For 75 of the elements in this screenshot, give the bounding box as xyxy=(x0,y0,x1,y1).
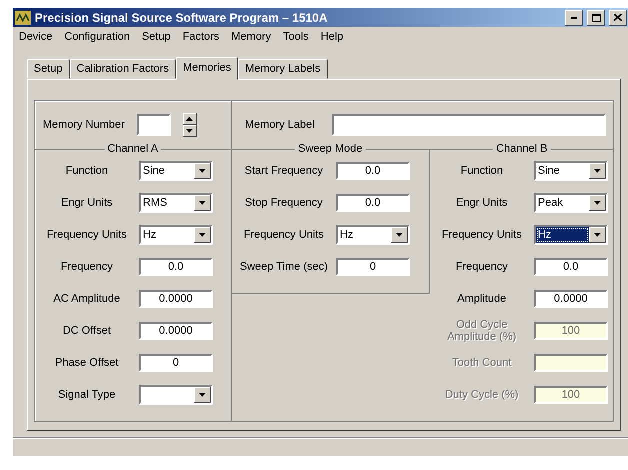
field-label: Function xyxy=(64,165,110,178)
menu-item[interactable]: Help xyxy=(320,31,344,44)
dropdown[interactable]: Sine xyxy=(534,161,608,182)
dropdown-arrow-icon xyxy=(199,233,206,238)
dropdown-arrow-icon xyxy=(396,233,403,238)
input-field[interactable]: 0.0 xyxy=(336,194,410,212)
close-button[interactable] xyxy=(609,10,627,26)
input-field[interactable]: 0.0000 xyxy=(534,290,608,308)
field-label: Tooth Count xyxy=(451,357,513,370)
field-label: Signal Type xyxy=(57,389,117,402)
dropdown-arrow-icon xyxy=(594,169,601,174)
field-label: Phase Offset xyxy=(54,357,120,370)
dropdown-arrow-icon xyxy=(199,393,206,398)
field-label: Engr Units xyxy=(60,197,114,210)
close-icon xyxy=(614,14,622,22)
minimize-button[interactable] xyxy=(565,10,583,26)
maximize-icon xyxy=(592,14,600,22)
dropdown[interactable]: Peak xyxy=(534,193,608,214)
input-field[interactable]: 0.0000 xyxy=(139,322,213,340)
field-label: AC Amplitude xyxy=(52,293,122,306)
minimize-icon xyxy=(571,16,577,19)
input-field[interactable]: 0.0 xyxy=(336,162,410,180)
menu-item[interactable]: Device xyxy=(19,31,53,44)
dropdown-arrow-icon xyxy=(199,169,206,174)
field-label: Start Frequency xyxy=(244,165,324,178)
memory-label-field[interactable] xyxy=(332,114,606,136)
tab[interactable]: Memories xyxy=(176,57,238,80)
field-label: Odd Cycle Amplitude (%) xyxy=(446,319,518,344)
field-label: Memory Label xyxy=(244,119,316,132)
field-label: Memory Number xyxy=(43,119,125,132)
input-field[interactable]: 0.0 xyxy=(139,258,213,276)
up-arrow-icon xyxy=(186,117,194,122)
field-label: Frequency Units xyxy=(46,229,128,242)
menu-item[interactable]: Memory xyxy=(232,31,272,44)
window-title: Precision Signal Source Software Program – 1510A xyxy=(35,10,329,25)
dropdown-arrow-icon xyxy=(594,233,601,238)
input-field[interactable]: 0 xyxy=(139,354,213,372)
dropdown[interactable] xyxy=(139,385,213,406)
app-icon xyxy=(15,10,31,25)
input-field[interactable]: 0 xyxy=(336,258,410,276)
input-field[interactable]: 0.0000 xyxy=(139,290,213,308)
menu-item[interactable]: Factors xyxy=(182,31,220,44)
dropdown-arrow-icon xyxy=(199,201,206,206)
dropdown[interactable]: RMS xyxy=(139,193,213,214)
dropdown[interactable]: Sine xyxy=(139,161,213,182)
menu-item[interactable]: Configuration xyxy=(64,31,130,44)
spin-down-button[interactable] xyxy=(182,125,197,138)
field-label: Function xyxy=(460,165,504,178)
group-title: Channel B xyxy=(493,143,551,156)
field-label: Frequency xyxy=(60,261,114,274)
field-label: Frequency xyxy=(455,261,509,274)
maximize-button[interactable] xyxy=(587,10,605,26)
field-label: DC Offset xyxy=(62,325,112,338)
field-label: Stop Frequency xyxy=(244,197,324,210)
dropdown-arrow-icon xyxy=(594,201,601,206)
menu-item[interactable]: Tools xyxy=(283,31,309,44)
tab[interactable]: Setup xyxy=(27,59,70,80)
dropdown[interactable]: Hz xyxy=(336,225,410,246)
dropdown[interactable]: Hz xyxy=(139,225,213,246)
field-label: Frequency Units xyxy=(440,229,524,242)
menu-item[interactable]: Setup xyxy=(142,31,171,44)
input-field[interactable]: 0.0 xyxy=(534,258,608,276)
group-title: Channel A xyxy=(104,143,162,156)
field-label: Amplitude xyxy=(456,293,508,306)
field-label: Engr Units xyxy=(455,197,509,210)
field-label: Frequency Units xyxy=(242,229,326,242)
tab[interactable]: Calibration Factors xyxy=(70,59,176,80)
field-label: Duty Cycle (%) xyxy=(444,389,520,402)
group-title: Sweep Mode xyxy=(295,143,366,156)
field-label: Sweep Time (sec) xyxy=(238,261,330,274)
memory-number-field[interactable] xyxy=(136,114,171,136)
tab[interactable]: Memory Labels xyxy=(238,59,328,80)
dropdown[interactable]: Hz xyxy=(534,225,608,246)
down-arrow-icon xyxy=(186,129,194,134)
spin-up-button[interactable] xyxy=(182,113,197,126)
